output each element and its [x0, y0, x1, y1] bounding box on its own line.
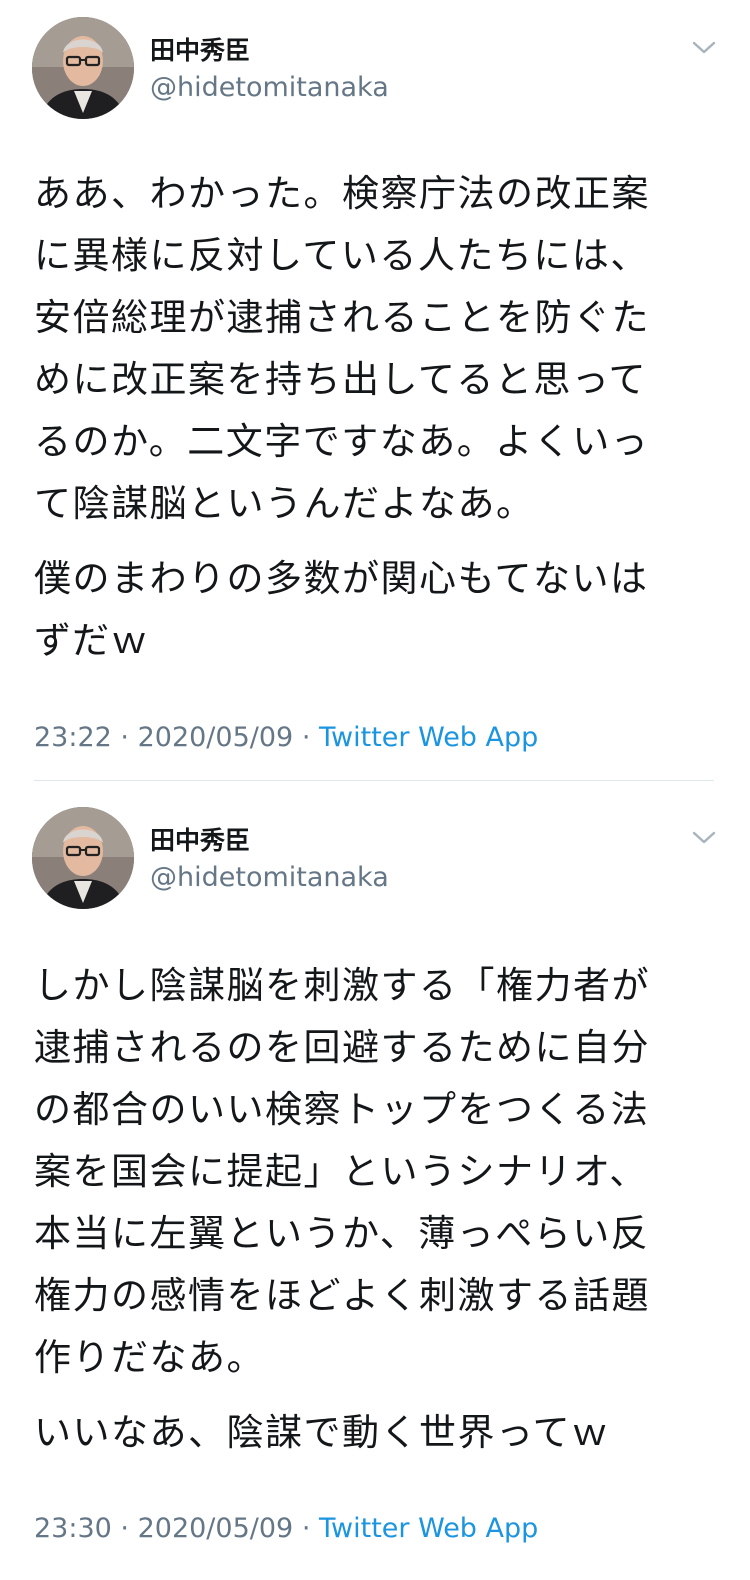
- tweet-source-link[interactable]: Twitter Web App: [319, 722, 538, 753]
- tweet-paragraph: いいなあ、陰謀で動く世界ってｗ: [34, 1411, 610, 1454]
- display-name[interactable]: 田中秀臣: [150, 36, 250, 66]
- display-name[interactable]: 田中秀臣: [150, 826, 250, 856]
- tweet-text: ああ、わかった。検察庁法の改正案 に異様に反対している人たちには、 安倍総理が逮…: [34, 163, 724, 685]
- tweet-date[interactable]: 2020/05/09: [138, 1513, 294, 1544]
- tweet-time[interactable]: 23:22: [34, 722, 112, 753]
- tweet-text: しかし陰謀脳を刺激する「権力者が 逮捕されるのを回避するために自分 の都合のいい…: [34, 955, 724, 1477]
- user-handle[interactable]: @hidetomitanaka: [150, 72, 389, 104]
- tweet-source-link[interactable]: Twitter Web App: [319, 1513, 538, 1544]
- user-handle[interactable]: @hidetomitanaka: [150, 862, 389, 894]
- tweet-time[interactable]: 23:30: [34, 1513, 112, 1544]
- tweet[interactable]: 田中秀臣 @hidetomitanaka ああ、わかった。検察庁法の改正案 に異…: [0, 0, 750, 782]
- meta-separator: ·: [120, 1513, 129, 1544]
- tweet-paragraph: しかし陰謀脳を刺激する「権力者が 逮捕されるのを回避するために自分 の都合のいい…: [34, 964, 650, 1379]
- tweet-date[interactable]: 2020/05/09: [138, 722, 294, 753]
- tweet-meta: 23:22 · 2020/05/09 · Twitter Web App: [34, 722, 538, 754]
- divider: [34, 780, 714, 781]
- tweet[interactable]: 田中秀臣 @hidetomitanaka しかし陰謀脳を刺激する「権力者が 逮捕…: [0, 790, 750, 1580]
- meta-separator: ·: [301, 722, 311, 753]
- meta-separator: ·: [120, 722, 129, 753]
- tweet-paragraph: 僕のまわりの多数が関心もてないは ずだｗ: [34, 557, 649, 662]
- tweet-paragraph: ああ、わかった。検察庁法の改正案 に異様に反対している人たちには、 安倍総理が逮…: [34, 172, 650, 525]
- avatar[interactable]: [32, 17, 134, 119]
- chevron-down-icon[interactable]: [688, 36, 720, 60]
- meta-separator: ·: [301, 1513, 311, 1544]
- tweet-meta: 23:30 · 2020/05/09 · Twitter Web App: [34, 1513, 538, 1545]
- avatar[interactable]: [32, 807, 134, 909]
- chevron-down-icon[interactable]: [688, 826, 720, 850]
